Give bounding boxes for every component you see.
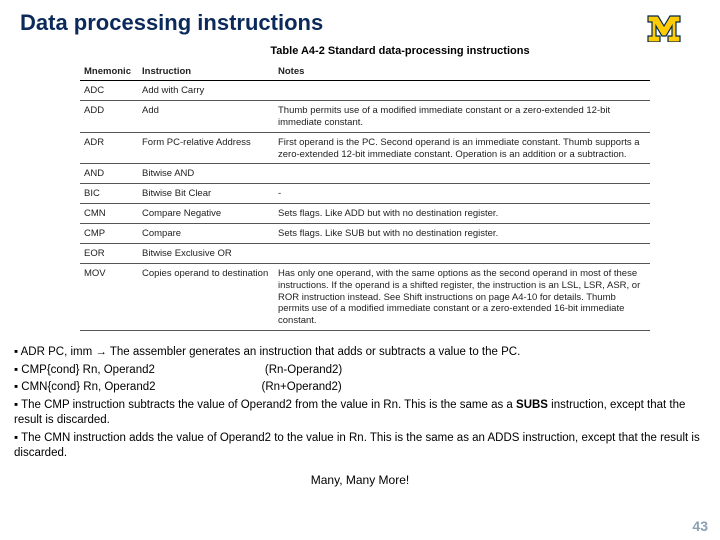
cell-notes: - [274,184,650,204]
cell-notes: First operand is the PC. Second operand … [274,132,650,164]
cell-mn: CMN [80,204,138,224]
cell-ins: Compare [138,224,274,244]
bullet-adr: ▪ ADR PC, imm → The assembler generates … [14,345,706,361]
table-row: ANDBitwise AND [80,164,650,184]
table-row: CMPCompareSets flags. Like SUB but with … [80,224,650,244]
instruction-table: Mnemonic Instruction Notes ADCAdd with C… [0,61,720,331]
bullet-cmp-desc: ▪ The CMP instruction subtracts the valu… [14,398,706,429]
cell-mn: CMP [80,224,138,244]
bullet-cmn: ▪ CMN{cond} Rn, Operand2(Rn+Operand2) [14,380,706,396]
bullet-cmp: ▪ CMP{cond} Rn, Operand2(Rn-Operand2) [14,363,706,379]
cell-ins: Add with Carry [138,81,274,101]
cell-ins: Bitwise Bit Clear [138,184,274,204]
cell-mn: ADC [80,81,138,101]
cell-mn: AND [80,164,138,184]
cell-ins: Bitwise AND [138,164,274,184]
table-row: ADCAdd with Carry [80,81,650,101]
cell-mn: BIC [80,184,138,204]
bullet-notes: ▪ ADR PC, imm → The assembler generates … [0,331,720,488]
cell-notes: Thumb permits use of a modified immediat… [274,100,650,132]
cell-mn: EOR [80,243,138,263]
cell-notes [274,164,650,184]
cell-ins: Bitwise Exclusive OR [138,243,274,263]
table-row: CMNCompare NegativeSets flags. Like ADD … [80,204,650,224]
cell-notes [274,81,650,101]
cell-mn: ADD [80,100,138,132]
cell-mn: ADR [80,132,138,164]
table-row: BICBitwise Bit Clear- [80,184,650,204]
cell-ins: Add [138,100,274,132]
cell-notes: Has only one operand, with the same opti… [274,263,650,330]
bullet-cmn-desc: ▪ The CMN instruction adds the value of … [14,431,706,462]
cell-notes: Sets flags. Like ADD but with no destina… [274,204,650,224]
table-row: ADRForm PC-relative AddressFirst operand… [80,132,650,164]
many-more: Many, Many More! [14,472,706,488]
cell-notes [274,243,650,263]
page-number: 43 [692,518,708,534]
table-row: ADDAddThumb permits use of a modified im… [80,100,650,132]
table-row: MOVCopies operand to destinationHas only… [80,263,650,330]
umich-logo-icon [646,12,694,47]
cell-mn: MOV [80,263,138,330]
cell-ins: Compare Negative [138,204,274,224]
th-instruction: Instruction [138,61,274,81]
cell-ins: Copies operand to destination [138,263,274,330]
table-row: EORBitwise Exclusive OR [80,243,650,263]
cell-notes: Sets flags. Like SUB but with no destina… [274,224,650,244]
page-title: Data processing instructions [20,10,323,36]
th-mnemonic: Mnemonic [80,61,138,81]
table-caption: Table A4-2 Standard data-processing inst… [80,45,720,57]
th-notes: Notes [274,61,650,81]
cell-ins: Form PC-relative Address [138,132,274,164]
